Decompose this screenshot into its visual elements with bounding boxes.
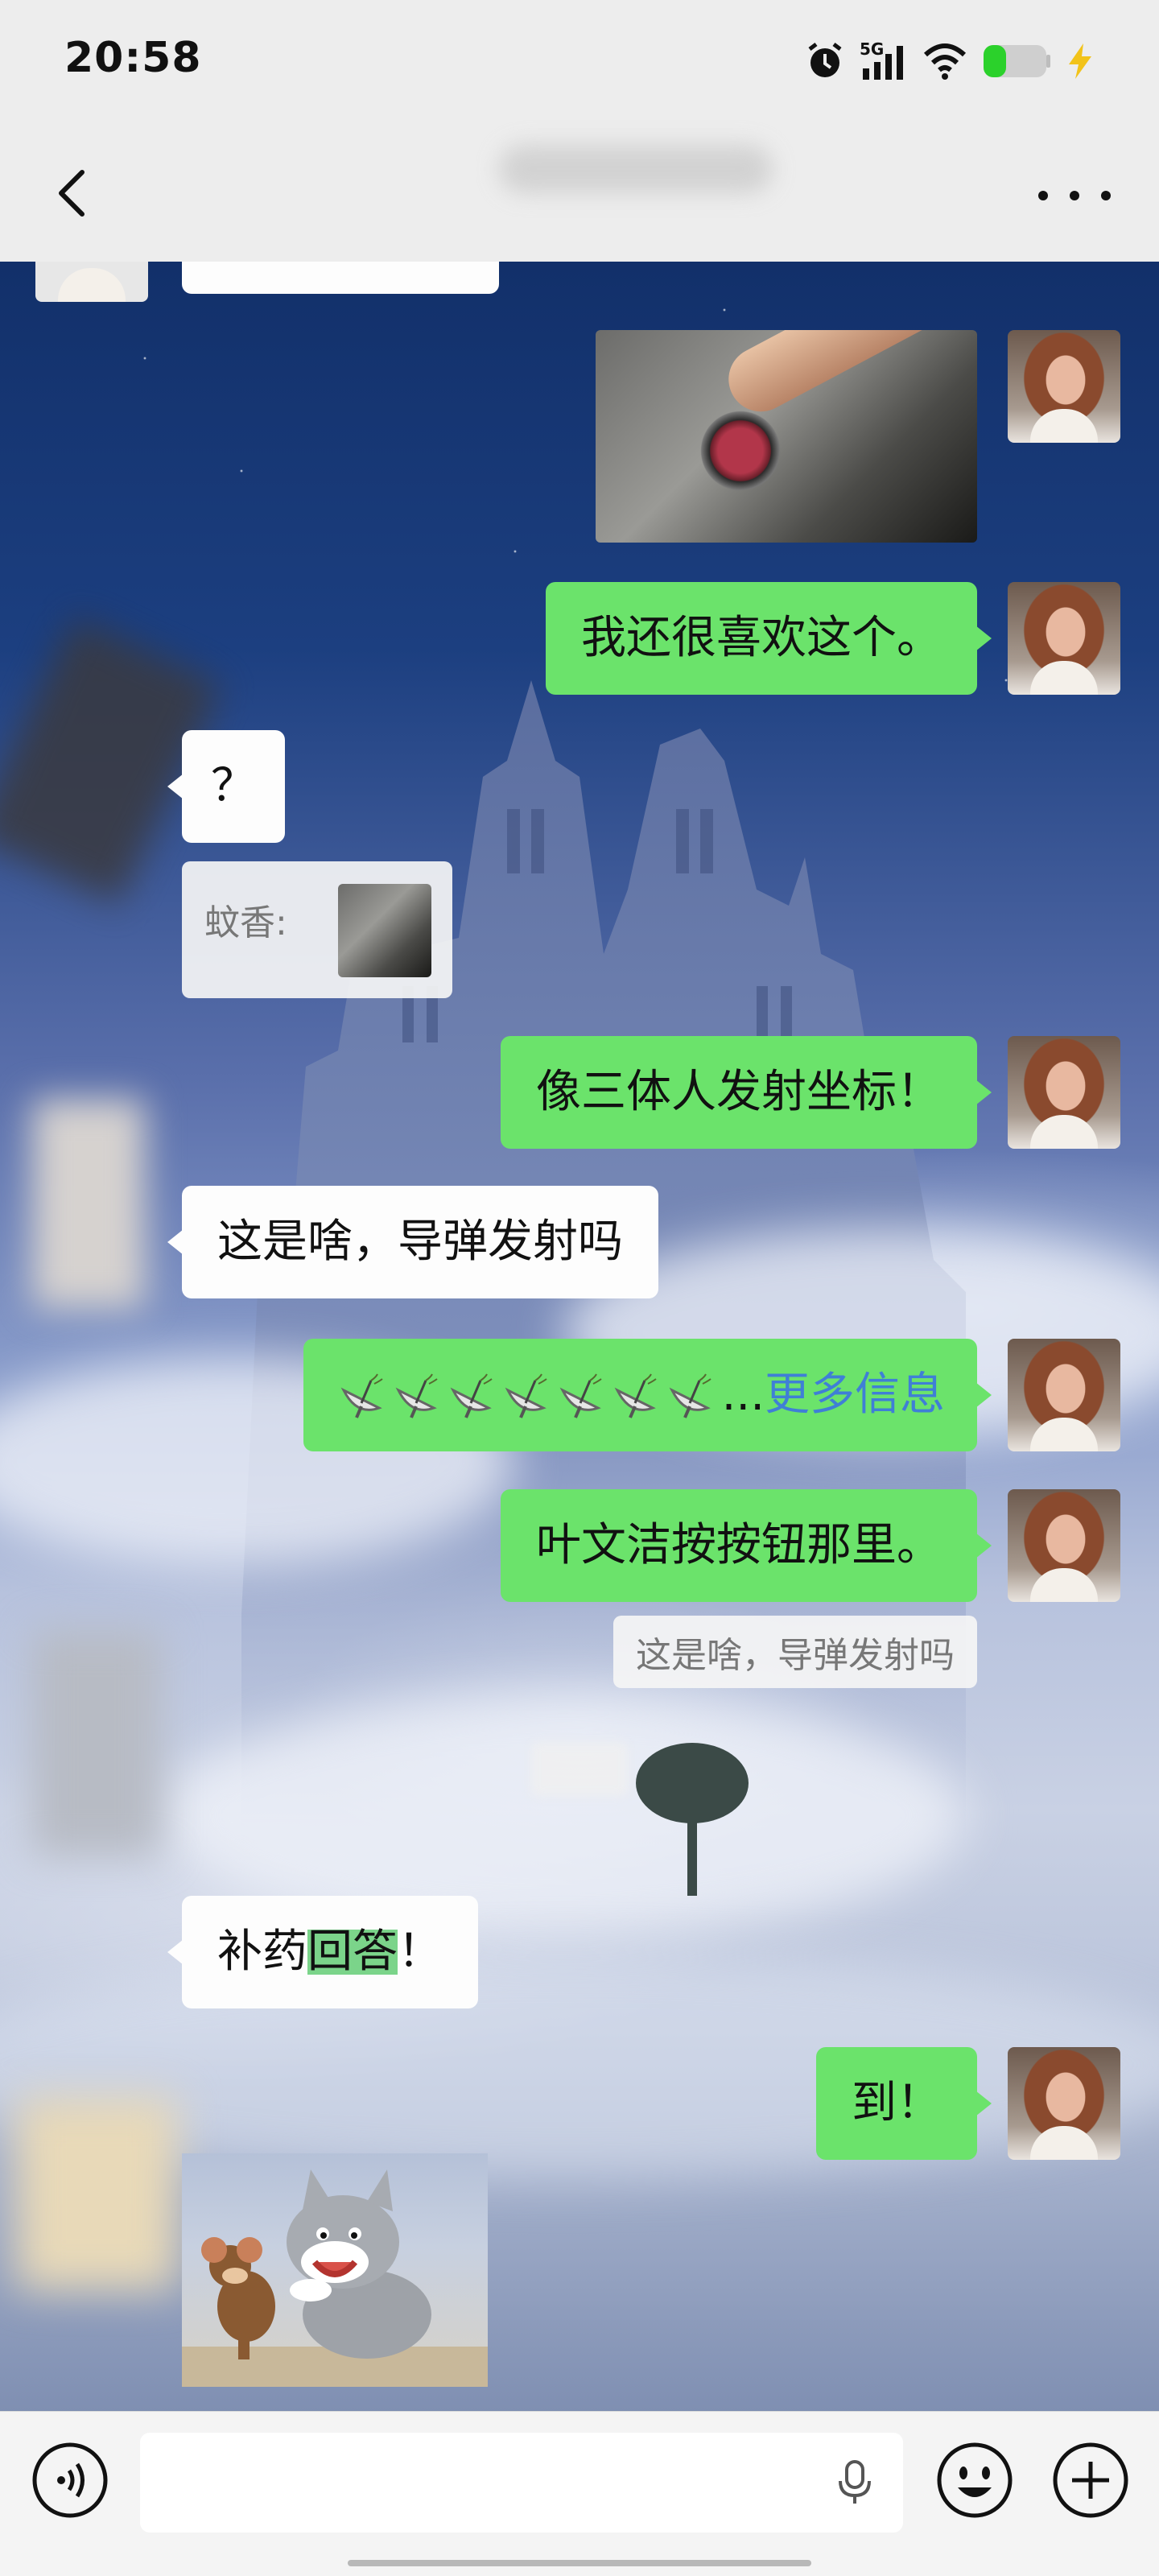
alarm-icon [808,43,842,77]
message-text-after: ！ [398,1926,443,1978]
quote-sender: 蚊香: [204,902,287,943]
redacted-system-notice [531,1743,628,1796]
my-avatar[interactable] [1008,1036,1120,1149]
sent-message-emoji[interactable]: ... 更多信息 [303,1339,992,1451]
chevron-left-icon[interactable] [42,161,106,225]
quoted-reply[interactable]: 蚊香: [182,861,452,998]
my-avatar[interactable] [1008,1489,1120,1602]
satellite-antenna-icon [340,1373,383,1418]
sent-message[interactable]: 我还很喜欢这个。 [546,582,992,695]
contact-avatar[interactable] [35,262,148,302]
satellite-antenna-emojis [339,1371,722,1419]
quote-text: 这是啥，导弹发射吗 [636,1635,955,1676]
my-avatar[interactable] [1008,582,1120,695]
wifi-icon [923,43,967,80]
home-indicator[interactable] [348,2560,811,2566]
more-dots-icon[interactable] [1038,175,1111,216]
satellite-antenna-icon [669,1373,711,1418]
ellipsis: ... [721,1368,765,1421]
my-avatar[interactable] [1008,1339,1120,1451]
chat-message-list[interactable]: 我还很喜欢这个。 ？ 蚊香: 像三体人发射坐标！ 这是啥，导弹发射吗 ... 更… [0,262,1159,2411]
satellite-antenna-icon [395,1373,438,1418]
satellite-antenna-icon [505,1373,547,1418]
satellite-antenna-icon [559,1373,602,1418]
add-plus-icon[interactable] [1051,2441,1130,2520]
received-message[interactable]: 补药 回答！ [167,1896,478,2008]
charging-icon [1069,43,1091,79]
satellite-antenna-icon [614,1373,657,1418]
sent-message[interactable]: 到！ [816,2047,992,2160]
partial-message-bubble [182,262,499,294]
message-text: ？ [211,760,256,812]
my-avatar[interactable] [1008,330,1120,443]
message-input-bar [0,2411,1159,2576]
sticker-message[interactable] [182,2153,488,2387]
message-text: 这是啥，导弹发射吗 [217,1216,623,1268]
emoji-smile-icon[interactable] [935,2441,1014,2520]
microphone-icon[interactable] [831,2458,879,2507]
quote-image-thumbnail[interactable] [338,884,431,977]
quoted-reference[interactable]: 这是啥，导弹发射吗 [613,1616,977,1688]
battery-icon [984,45,1050,77]
status-time: 20:58 [64,34,202,82]
status-icons: 5G [805,35,1095,87]
message-text-input[interactable] [140,2433,903,2533]
sent-message[interactable]: 像三体人发射坐标！ [501,1036,992,1149]
satellite-antenna-icon [450,1373,493,1418]
message-text-before: 补药 [217,1926,307,1978]
image-message-red-button[interactable] [596,330,977,543]
status-bar: 20:58 5G [0,0,1159,129]
message-text: 像三体人发射坐标！ [536,1066,942,1118]
received-message[interactable]: ？ [167,730,285,843]
chat-header [0,129,1159,262]
redacted-avatar [32,1630,161,1856]
received-message[interactable]: 这是啥，导弹发射吗 [167,1186,658,1298]
message-text: 叶文洁按按钮那里。 [536,1519,942,1571]
sent-message[interactable]: 叶文洁按按钮那里。 [501,1489,992,1602]
chat-title-redacted [499,145,773,193]
more-info-link[interactable]: 更多信息 [765,1373,945,1418]
cartoon-cat-mouse-sticker [182,2169,488,2387]
voice-mode-icon[interactable] [31,2441,109,2520]
my-avatar[interactable] [1008,2047,1120,2160]
redacted-avatar [16,2097,177,2290]
background-tree [636,1743,749,1896]
message-text: 我还很喜欢这个。 [581,612,942,664]
redacted-avatar [32,1099,145,1308]
highlighted-text[interactable]: 回答 [307,1930,398,1975]
cellular-signal-icon: 5G [860,39,908,83]
message-text: 到！ [852,2077,942,2129]
